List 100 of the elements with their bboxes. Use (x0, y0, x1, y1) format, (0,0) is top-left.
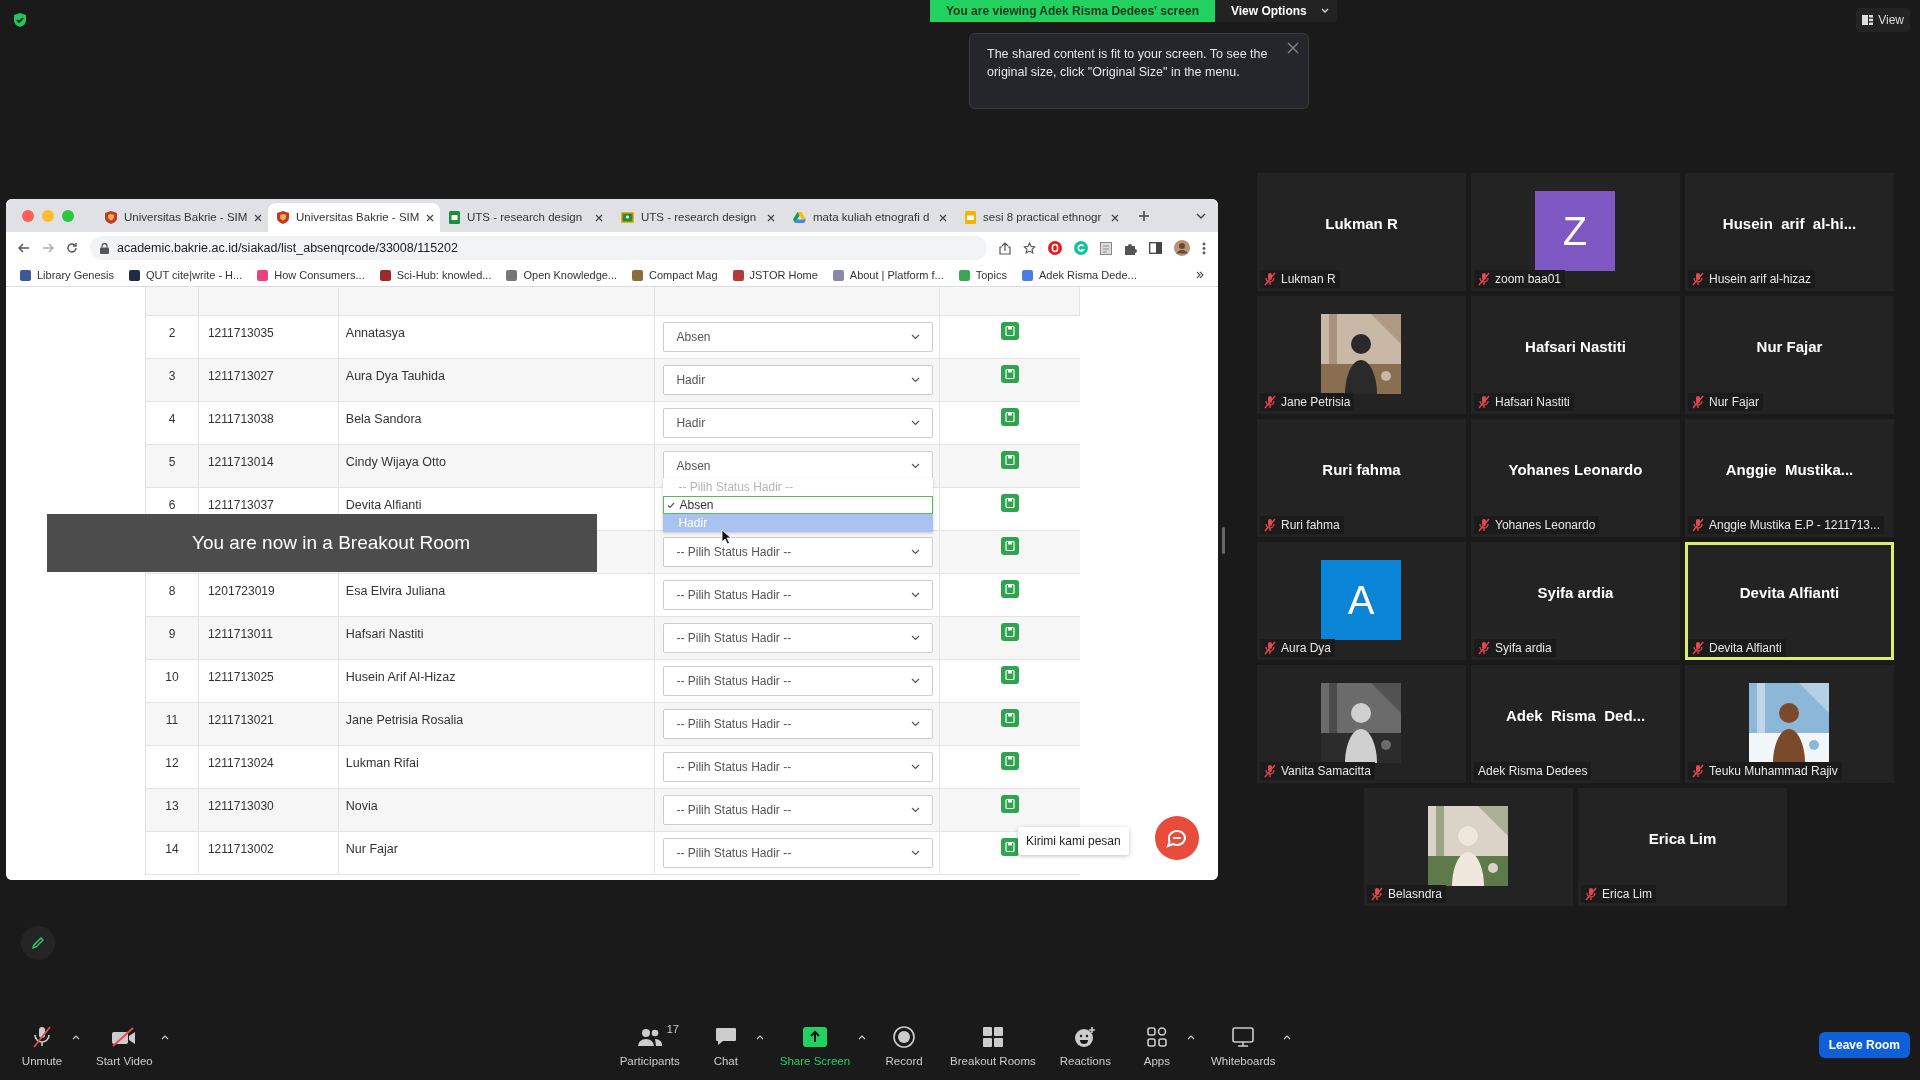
toolbar-button[interactable]: 17 Participants (607, 1019, 692, 1071)
toolbar-button[interactable]: Whiteboards (1198, 1019, 1288, 1071)
close-icon[interactable] (1287, 42, 1299, 54)
chat-button[interactable] (1155, 816, 1199, 860)
participant-label: Belasndra (1388, 886, 1443, 903)
close-icon[interactable] (254, 213, 263, 222)
address-bar[interactable]: academic.bakrie.ac.id/siakad/list_absenqrcode/33008/115202 (90, 236, 987, 260)
table-cell-text: 1211713021 (207, 712, 274, 729)
bookmark-link[interactable]: Open Knowledge... (506, 266, 618, 284)
video-tile[interactable]: Belasndra (1364, 788, 1573, 906)
video-tile[interactable]: Devita Alfianti Devita Alfianti (1685, 542, 1894, 660)
video-tile[interactable]: Jane Petrisia (1257, 296, 1466, 414)
toolbar-button[interactable]: Apps (1122, 1019, 1191, 1071)
bookmark-link[interactable]: How Consumers... (257, 266, 365, 284)
table-cell-text: Nur Fajar (345, 841, 398, 858)
bookmark-link[interactable]: Sci-Hub: knowled... (379, 266, 492, 284)
reload-icon[interactable] (66, 242, 78, 254)
close-icon[interactable] (1111, 213, 1119, 222)
video-tile[interactable]: Erica Lim Erica Lim (1578, 788, 1787, 906)
browser-tab[interactable]: Universitas Bakrie - SIM (96, 203, 268, 232)
video-tile[interactable]: Yohanes Leonardo Yohanes Leonardo (1471, 419, 1680, 537)
status-select[interactable]: Absen (663, 451, 934, 481)
status-select[interactable]: Hadir (663, 365, 934, 395)
browser-tab[interactable]: UTS - research design (440, 203, 612, 232)
share-icon[interactable] (999, 241, 1011, 255)
document-icon[interactable] (1100, 241, 1112, 255)
pencil-icon[interactable] (21, 926, 55, 960)
more-icon[interactable] (1202, 241, 1206, 255)
toolbar-button[interactable]: Record (870, 1019, 939, 1071)
star-icon[interactable] (1023, 241, 1036, 255)
plus-icon[interactable] (1138, 209, 1150, 222)
leave-room-button[interactable]: Leave Room (1818, 1032, 1910, 1058)
video-tile[interactable]: Syifa ardia Syifa ardia (1471, 542, 1680, 660)
participant-name: Devita Alfianti (1738, 583, 1841, 603)
view-options-button[interactable]: View Options (1214, 0, 1337, 22)
video-tile[interactable]: Ruri fahma Ruri fahma (1257, 419, 1466, 537)
browser-tab[interactable]: Universitas Bakrie - SIM (268, 203, 440, 232)
close-icon[interactable] (767, 213, 775, 222)
table-cell-text: Esa Elvira Juliana (345, 583, 446, 600)
puzzle-icon[interactable] (1124, 241, 1137, 255)
row-number: 2 (168, 325, 176, 342)
caret-icon (911, 807, 921, 813)
status-select[interactable]: -- Pilih Status Hadir -- (663, 537, 934, 567)
view-button[interactable]: View (1856, 8, 1910, 32)
close-icon[interactable] (939, 213, 947, 222)
bookmark-link[interactable]: Compact Mag (632, 266, 718, 284)
bookmark-link[interactable]: Library Genesis (20, 266, 115, 284)
status-select[interactable]: -- Pilih Status Hadir -- (663, 623, 934, 653)
close-icon[interactable] (595, 213, 603, 222)
toolbar-button[interactable]: Reactions (1047, 1019, 1123, 1071)
status-select[interactable]: -- Pilih Status Hadir -- (663, 838, 934, 868)
back-icon[interactable] (18, 243, 30, 253)
video-tile[interactable]: Husein arif al-hi... Husein arif al-hizaz (1685, 173, 1894, 291)
status-select[interactable]: -- Pilih Status Hadir -- (663, 580, 934, 610)
video-tile[interactable]: A Aura Dya (1257, 542, 1466, 660)
toolbar-button[interactable]: Chat (691, 1019, 760, 1071)
stop-icon[interactable] (1048, 241, 1062, 255)
status-select[interactable]: -- Pilih Status Hadir -- (663, 709, 934, 739)
status-select[interactable]: -- Pilih Status Hadir -- (663, 666, 934, 696)
close-icon[interactable] (426, 213, 435, 222)
video-tile[interactable]: Nur Fajar Nur Fajar (1685, 296, 1894, 414)
status-select[interactable]: -- Pilih Status Hadir -- (663, 752, 934, 782)
chevron-icon[interactable] (1196, 271, 1204, 279)
browser-tab[interactable]: UTS - research design (612, 203, 784, 232)
video-tile[interactable]: Teuku Muhammad Rajiv (1685, 665, 1894, 783)
status-select[interactable]: -- Pilih Status Hadir -- (663, 795, 934, 825)
toolbar-button[interactable]: Start Video (84, 1019, 165, 1071)
caret-icon (911, 334, 921, 340)
video-tile[interactable]: Adek Risma Ded... Adek Risma Dedees (1471, 665, 1680, 783)
table-cell-text: 1211713035 (207, 325, 274, 342)
video-tile[interactable]: Anggie Mustika... Anggie Mustika E.P - 1211713... (1685, 419, 1894, 537)
status-select[interactable]: Hadir (663, 408, 934, 438)
row-number: 13 (165, 798, 179, 815)
dropdown-option[interactable]: Absen (663, 496, 934, 514)
video-tile[interactable]: Lukman R Lukman R (1257, 173, 1466, 291)
caret-icon[interactable] (1196, 212, 1206, 219)
participant-name: Adek Risma Ded... (1504, 706, 1647, 726)
table-cell-text: Cindy Wijaya Otto (345, 454, 446, 471)
toolbar-button[interactable]: Unmute (8, 1019, 76, 1071)
video-tile[interactable]: Vanita Samacitta (1257, 665, 1466, 783)
participant-name: Lukman R (1324, 214, 1399, 234)
row-number: 4 (168, 411, 176, 428)
caret-icon (911, 463, 921, 469)
video-tile[interactable]: Hafsari Nastiti Hafsari Nastiti (1471, 296, 1680, 414)
browser-tab[interactable]: mata kuliah etnografi d (784, 203, 956, 232)
bookmark-link[interactable]: About | Platform f... (832, 266, 944, 284)
bookmark-link[interactable]: QUT cite|write - H... (129, 266, 243, 284)
status-select[interactable]: Absen (663, 322, 934, 352)
bookmark-link[interactable]: Adek Risma Dede... (1021, 266, 1137, 284)
browser-tab[interactable]: sesi 8 practical ethnogr (956, 203, 1128, 232)
bookmark-link[interactable]: JSTOR Home (732, 266, 818, 284)
shield-icon[interactable] (13, 12, 27, 28)
participant-count: 17 (666, 1022, 679, 1038)
sidebar-icon[interactable] (1149, 242, 1162, 254)
toolbar-button[interactable]: Share Screen (767, 1019, 863, 1071)
video-tile[interactable]: Z zoom baa01 (1471, 173, 1680, 291)
document-icon (621, 212, 634, 223)
profile-icon[interactable] (1174, 240, 1190, 256)
toolbar-button[interactable]: Breakout Rooms (938, 1019, 1048, 1071)
bookmark-link[interactable]: Topics (958, 266, 1007, 284)
